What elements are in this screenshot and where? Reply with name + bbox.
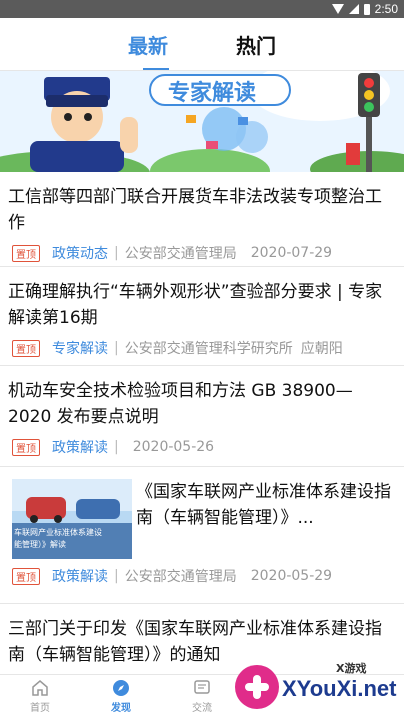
watermark-small-text: X游戏 (336, 662, 367, 675)
nav-discover-label: 发现 (111, 703, 131, 714)
article-date: 2020-07-29 (250, 245, 333, 261)
top-tabs: 最新 热门 (0, 18, 404, 70)
article-meta: 置顶 专家解读 | 公安部交通管理科学研究所 应朝阳 (0, 331, 404, 365)
home-icon (32, 680, 48, 696)
tab-hot[interactable]: 热门 (236, 30, 276, 59)
list-item[interactable]: 正确理解执行“车辆外观形状”查验部分要求 | 专家解读第16期 置顶 专家解读 … (0, 267, 404, 366)
thumbnail-caption-line-2: 能管理）》解读 (14, 540, 66, 549)
article-category[interactable]: 政策解读 (52, 566, 108, 586)
article-date: 2020-05-29 (250, 568, 333, 584)
list-item[interactable]: 工信部等四部门联合开展货车非法改装专项整治工作 置顶 政策动态 | 公安部交通管… (0, 172, 404, 267)
meta-separator: | (114, 340, 119, 356)
status-bar: 2:50 (0, 0, 404, 18)
meta-separator: | (114, 245, 119, 261)
watermark-logo-icon (235, 665, 279, 709)
banner[interactable]: 专家解读 (0, 71, 404, 172)
pinned-badge: 置顶 (12, 244, 40, 262)
pinned-badge: 置顶 (12, 438, 40, 456)
article-thumbnail: 车联网产业标准体系建设 能管理）》解读 (12, 479, 132, 559)
article-title: 工信部等四部门联合开展货车非法改装专项整治工作 (8, 187, 382, 233)
nav-home-label: 首页 (30, 703, 50, 714)
tab-latest[interactable]: 最新 (128, 30, 168, 59)
article-date: 2020-05-26 (132, 439, 215, 455)
article-category[interactable]: 专家解读 (52, 338, 108, 358)
banner-caption: 专家解读 (168, 81, 257, 106)
battery-icon (363, 3, 370, 15)
message-icon (194, 680, 210, 694)
meta-separator: | (114, 439, 119, 455)
watermark-brand: XYouXi.net (282, 676, 397, 701)
status-icons: 2:50 (331, 2, 398, 16)
article-category[interactable]: 政策动态 (52, 243, 108, 263)
pinned-badge: 置顶 (12, 339, 40, 357)
watermark: X游戏 XYouXi.net (232, 658, 402, 714)
nav-community-label: 交流 (192, 703, 212, 714)
nav-home[interactable]: 首页 (10, 679, 70, 714)
pinned-badge: 置顶 (12, 567, 40, 585)
article-title: 机动车安全技术检验项目和方法 GB 38900—2020 发布要点说明 (8, 381, 353, 427)
article-category[interactable]: 政策解读 (52, 437, 108, 457)
meta-separator: | (114, 568, 119, 584)
article-meta: 置顶 政策解读 | 公安部交通管理局 2020-05-29 (0, 559, 332, 593)
article-list: 工信部等四部门联合开展货车非法改装专项整治工作 置顶 政策动态 | 公安部交通管… (0, 172, 404, 684)
wifi-icon (331, 4, 344, 14)
article-title: 正确理解执行“车辆外观形状”查验部分要求 | 专家解读第16期 (8, 282, 383, 328)
article-meta: 置顶 政策动态 | 公安部交通管理局 2020-07-29 (0, 236, 404, 270)
status-time: 2:50 (374, 2, 398, 16)
thumbnail-caption-line-1: 车联网产业标准体系建设 (14, 528, 102, 537)
list-item[interactable]: 机动车安全技术检验项目和方法 GB 38900—2020 发布要点说明 置顶 政… (0, 366, 404, 467)
article-author: 应朝阳 (300, 341, 343, 357)
compass-icon (113, 680, 129, 696)
nav-discover[interactable]: 发现 (91, 679, 151, 714)
article-source: 公安部交通管理科学研究所 (124, 341, 293, 357)
signal-icon (348, 4, 359, 14)
nav-community[interactable]: 交流 (172, 679, 232, 714)
article-meta: 置顶 政策解读 | 2020-05-26 (0, 430, 404, 464)
list-item[interactable]: 车联网产业标准体系建设 能管理）》解读 《国家车联网产业标准体系建设指南（车辆智… (0, 467, 404, 604)
article-source: 公安部交通管理局 (124, 569, 237, 585)
article-source: 公安部交通管理局 (124, 246, 237, 262)
